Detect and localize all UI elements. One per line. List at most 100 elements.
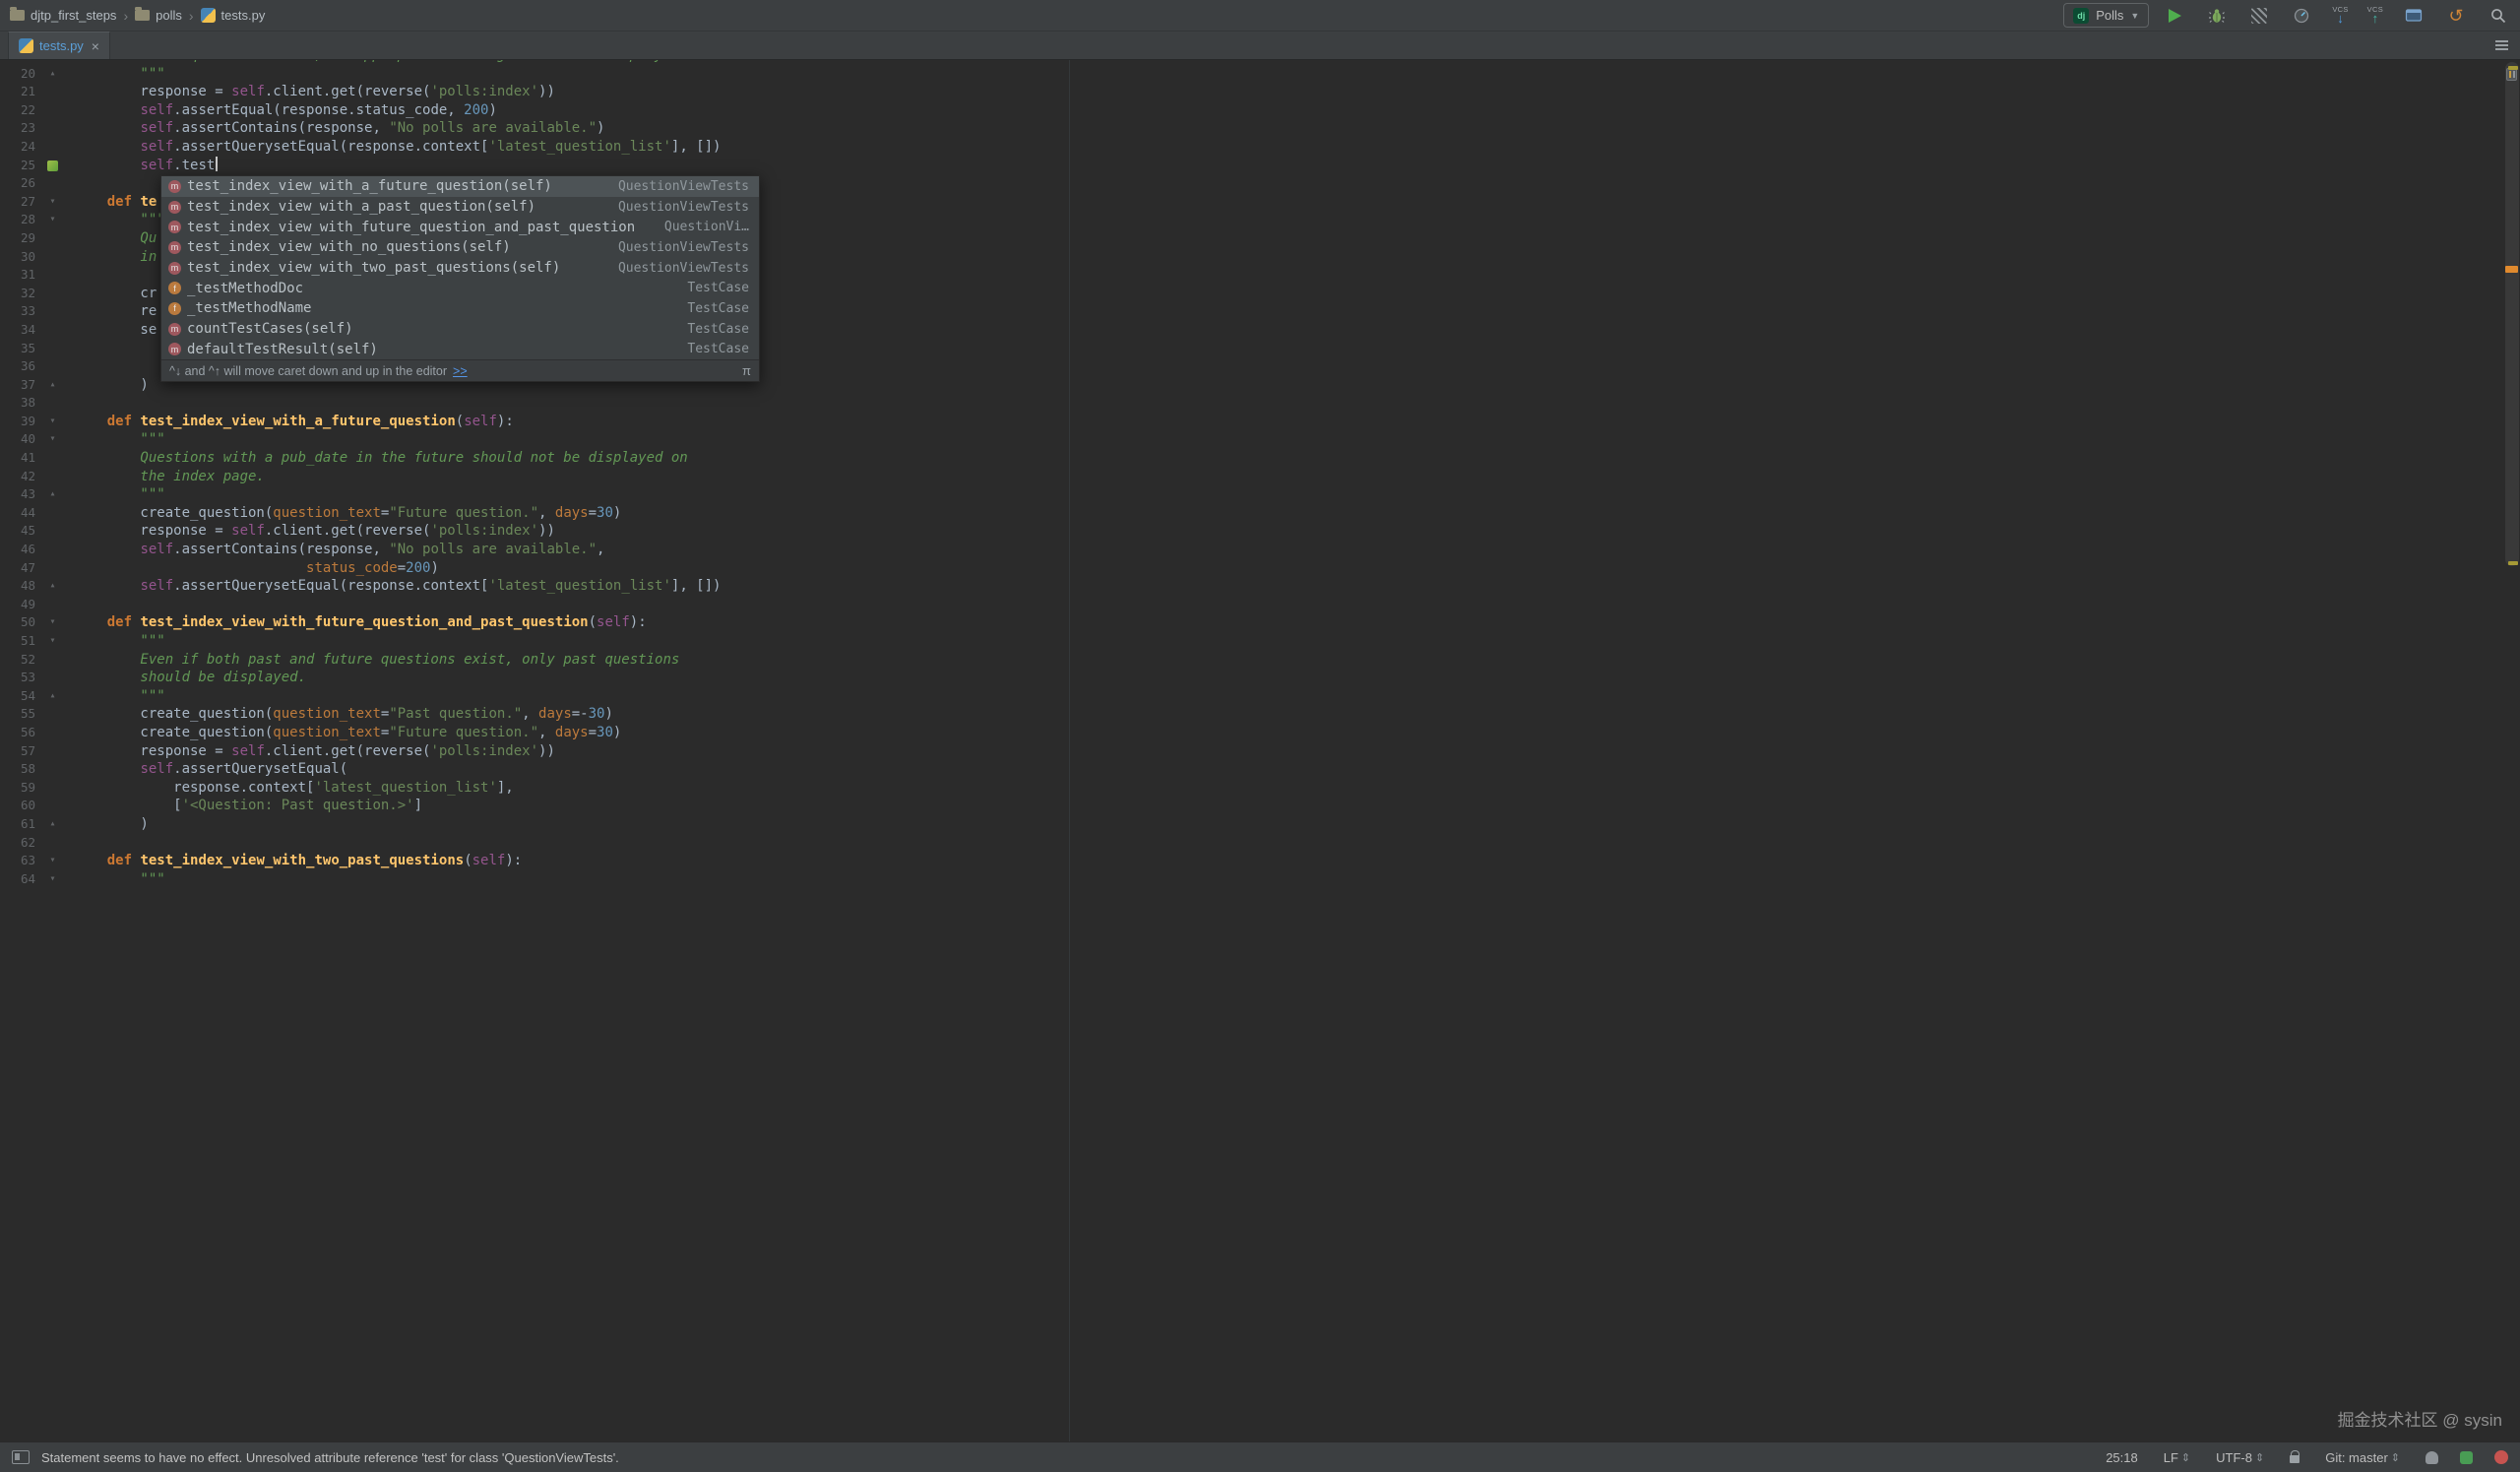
hector-icon[interactable] [2426,1450,2438,1464]
code-line[interactable]: 61 ▴ ) [0,815,2500,834]
line-number: 22 [20,101,35,117]
breadcrumb-item-project[interactable]: djtp_first_steps [10,7,116,23]
code-line[interactable]: 45 response = self.client.get(reverse('p… [0,522,2500,541]
code-line[interactable]: 25 self.test [0,156,2500,175]
completion-item[interactable]: m test_index_view_with_no_questions(self)… [161,237,759,258]
code-line[interactable]: 55 create_question(question_text="Past q… [0,705,2500,724]
fold-icon[interactable]: ▴ [35,485,70,504]
git-branch-widget[interactable]: Git: master ⇕ [2325,1450,2400,1465]
completion-item[interactable]: f _testMethodDoc TestCase [161,278,759,298]
fold-icon[interactable]: ▴ [35,815,70,834]
line-number: 57 [20,742,35,758]
error-stripe-mark[interactable] [2508,66,2518,70]
fold-icon[interactable]: ▴ [35,687,70,706]
fold-icon[interactable]: ▾ [35,413,70,431]
fold-icon[interactable]: ▴ [35,577,70,596]
bug-icon [2209,8,2226,23]
completion-item[interactable]: m test_index_view_with_a_past_question(se… [161,197,759,218]
code-line[interactable]: 63 ▾ def test_index_view_with_two_past_qu… [0,852,2500,870]
fold-icon[interactable]: ▾ [35,852,70,870]
code-line[interactable]: 49 [0,596,2500,614]
close-tab-icon[interactable]: × [92,38,99,54]
code-text: create_question(question_text="Future qu… [74,504,622,521]
toolwindow-toggle-icon[interactable] [12,1450,30,1464]
code-line[interactable]: 24 self.assertQuerysetEqual(response.con… [0,138,2500,157]
run-button[interactable] [2163,4,2186,28]
code-line[interactable]: 22 self.assertEqual(response.status_code… [0,101,2500,120]
vcs-update-button[interactable]: VCS ↓ [2332,6,2348,26]
fold-icon[interactable]: ▾ [35,430,70,449]
code-line[interactable]: 20 ▴ """ [0,65,2500,84]
code-line[interactable]: 41 Questions with a pub_date in the futu… [0,449,2500,468]
code-line[interactable]: 54 ▴ """ [0,687,2500,706]
fold-icon[interactable]: ▾ [35,632,70,651]
event-log-icon[interactable] [2460,1450,2473,1464]
caret-position[interactable]: 25:18 [2106,1450,2138,1465]
code-line[interactable]: 51 ▾ """ [0,632,2500,651]
completion-item[interactable]: m test_index_view_with_a_future_question(… [161,176,759,197]
code-line[interactable]: 43 ▴ """ [0,485,2500,504]
code-line[interactable]: 21 response = self.client.get(reverse('p… [0,83,2500,101]
completion-item[interactable]: m defaultTestResult(self) TestCase [161,340,759,360]
breadcrumb-item-tests-py[interactable]: tests.py [200,8,265,23]
code-line[interactable]: 50 ▾ def test_index_view_with_future_ques… [0,613,2500,632]
fold-icon[interactable]: ▾ [35,211,70,229]
error-stripe-mark[interactable] [2508,561,2518,565]
fold-icon[interactable]: ▾ [35,193,70,212]
changes-button[interactable] [2402,4,2426,28]
completion-item[interactable]: m countTestCases(self) TestCase [161,319,759,340]
tab-list-icon[interactable] [2495,32,2508,59]
code-line[interactable]: 60 ['<Question: Past question.>'] [0,797,2500,815]
completion-item[interactable]: f _testMethodName TestCase [161,298,759,319]
fold-icon[interactable]: ▾ [35,613,70,632]
code-line[interactable]: 47 status_code=200) [0,559,2500,578]
breadcrumb-item-polls[interactable]: polls [135,7,182,23]
code-text: def test_index_view_with_a_future_questi… [106,413,514,429]
completion-item[interactable]: m test_index_view_with_two_past_questions… [161,258,759,279]
completion-item-name: _testMethodDoc [187,280,304,296]
line-separator-selector[interactable]: LF ⇕ [2164,1450,2190,1465]
hint-link[interactable]: >> [453,364,468,378]
fold-icon[interactable]: ▾ [35,870,70,889]
code-text: Even if both past and future questions e… [74,651,680,668]
code-line[interactable]: 56 create_question(question_text="Future… [0,724,2500,742]
intention-marker-icon[interactable] [47,160,58,171]
code-line[interactable]: 58 self.assertQuerysetEqual( [0,760,2500,779]
code-line[interactable]: 57 response = self.client.get(reverse('p… [0,742,2500,761]
code-line[interactable]: 53 should be displayed. [0,669,2500,687]
line-number: 38 [20,395,35,411]
code-line[interactable]: 44 create_question(question_text="Future… [0,504,2500,523]
vcs-commit-button[interactable]: VCS ↑ [2367,6,2383,26]
gutter-marker-icon[interactable] [35,157,70,175]
code-line[interactable]: 59 response.context['latest_question_lis… [0,779,2500,798]
code-text: se [74,321,158,338]
code-editor[interactable]: If no questions exist, an appropriate me… [0,60,2520,1441]
code-line[interactable]: 38 [0,394,2500,413]
code-line[interactable]: 64 ▾ """ [0,870,2500,889]
tab-tests-py[interactable]: tests.py × [8,32,110,59]
code-line[interactable]: 62 [0,834,2500,853]
completion-item[interactable]: m test_index_view_with_future_question_an… [161,217,759,237]
fold-icon[interactable]: ▴ [35,65,70,84]
notification-icon[interactable] [2494,1450,2508,1464]
profiler-button[interactable] [2290,4,2313,28]
code-text: """ [74,486,165,503]
error-stripe-mark[interactable] [2505,266,2518,273]
code-line[interactable]: 48 ▴ self.assertQuerysetEqual(response.co… [0,577,2500,596]
fold-icon[interactable]: ▴ [35,376,70,395]
code-line[interactable]: 52 Even if both past and future question… [0,651,2500,670]
code-text: Questions with a pub_date in the future … [74,450,688,467]
coverage-button[interactable] [2247,4,2271,28]
lock-icon[interactable] [2290,1449,2300,1463]
search-everywhere-button[interactable] [2487,4,2510,28]
rollback-button[interactable]: ↺ [2444,4,2468,28]
debug-button[interactable] [2205,4,2229,28]
code-line[interactable]: 39 ▾ def test_index_view_with_a_future_qu… [0,413,2500,431]
encoding-selector[interactable]: UTF-8 ⇕ [2216,1450,2264,1465]
run-config-selector[interactable]: dj Polls ▼ [2063,3,2150,28]
code-line[interactable]: 40 ▾ """ [0,430,2500,449]
code-line[interactable]: 46 self.assertContains(response, "No pol… [0,541,2500,559]
code-line[interactable]: 23 self.assertContains(response, "No pol… [0,119,2500,138]
code-line[interactable]: 42 the index page. [0,468,2500,486]
scrollbar-thumb[interactable] [2505,62,2519,566]
